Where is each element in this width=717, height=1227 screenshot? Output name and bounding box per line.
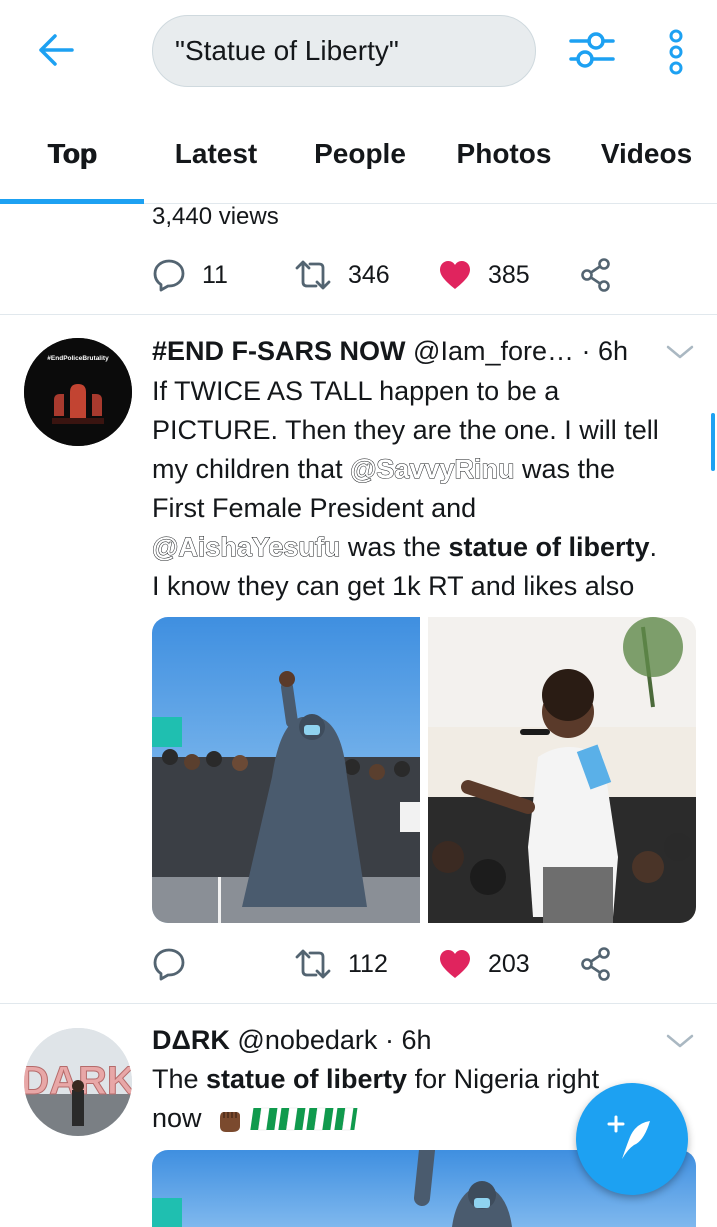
- tweet-text-fragment: now: [152, 1103, 202, 1133]
- compose-feather-icon: [607, 1115, 650, 1159]
- share-button[interactable]: [580, 942, 612, 986]
- tweet-line: I know they can get 1k RT and likes also: [152, 571, 635, 601]
- avatar[interactable]: DARK: [24, 1028, 132, 1136]
- tweet-line: @AishaYesufu was the statue of liberty.: [151, 528, 700, 567]
- tweet-header: DΔRK @nobedark · 6h: [152, 1025, 652, 1056]
- back-button[interactable]: [36, 30, 76, 70]
- retweet-count: 346: [348, 260, 390, 289]
- reply-count: 11: [202, 260, 228, 289]
- tweet-text-fragment: was the: [514, 454, 616, 484]
- tweet-media[interactable]: [152, 617, 696, 923]
- compose-tweet-button[interactable]: [576, 1083, 688, 1195]
- photo-protester-raised-fist[interactable]: [152, 617, 420, 923]
- tab-photos[interactable]: Photos: [432, 104, 576, 204]
- search-query-text: "Statue of Liberty": [175, 35, 399, 66]
- search-input[interactable]: "Statue of Liberty": [152, 15, 536, 87]
- tweet-divider: [0, 1003, 717, 1004]
- user-handle[interactable]: @Iam_fore…: [413, 336, 574, 366]
- tweet-text: If TWICE AS TALL happen to be a PICTURE.…: [151, 372, 700, 606]
- tweet-time: 6h: [401, 1025, 432, 1055]
- more-vertical-icon: [669, 29, 683, 75]
- tweet-divider: [0, 314, 717, 315]
- tab-videos-label: Videos: [600, 138, 693, 169]
- tweet-actions: 112 203: [152, 942, 622, 986]
- raised-fist-emoji-icon: [219, 1111, 240, 1132]
- like-button[interactable]: 385: [438, 253, 530, 297]
- tweet-line: If TWICE AS TALL happen to be a: [152, 376, 560, 406]
- tab-photos-label: Photos: [456, 138, 552, 169]
- chevron-down-icon[interactable]: [664, 342, 696, 362]
- tweet-text-fragment: was the: [340, 532, 449, 562]
- view-count: 3,440 views: [152, 203, 279, 230]
- separator-dot: ·: [384, 1025, 394, 1055]
- mention-link[interactable]: @AishaYesufu: [151, 532, 340, 563]
- user-handle[interactable]: @nobedark: [237, 1025, 377, 1055]
- tweet-text-fragment: .: [649, 532, 658, 562]
- nigeria-flag-emoji-icon: [249, 1107, 357, 1130]
- heart-icon: [440, 950, 470, 978]
- share-icon: [581, 258, 610, 292]
- tweet-header: #END F-SARS NOW @Iam_fore… · 6h: [152, 336, 652, 367]
- tweet-text-fragment: my children that: [152, 454, 351, 484]
- tweet-text-fragment: The: [152, 1064, 207, 1094]
- search-tabs: Top Latest People Photos Videos: [0, 104, 717, 204]
- tweet-text-fragment: for Nigeria right: [407, 1064, 600, 1094]
- heart-icon: [440, 261, 470, 289]
- display-name[interactable]: #END F-SARS NOW: [152, 336, 406, 366]
- like-count: 385: [488, 260, 530, 289]
- highlighted-search-term: statue of liberty: [448, 532, 650, 562]
- reply-icon: [153, 948, 185, 981]
- photo-woman-with-microphone[interactable]: [428, 617, 696, 923]
- back-arrow-icon: [39, 34, 74, 66]
- search-filter-button[interactable]: [566, 28, 618, 72]
- tab-people[interactable]: People: [288, 104, 432, 204]
- share-button[interactable]: [580, 253, 612, 297]
- highlighted-search-term: statue of liberty: [206, 1064, 408, 1094]
- reply-button[interactable]: 11: [152, 253, 228, 297]
- tweet-actions: 11 346 385: [152, 253, 622, 297]
- display-name[interactable]: DΔRK: [152, 1025, 230, 1055]
- reply-button[interactable]: [152, 942, 186, 986]
- avatar-text: #EndPoliceBrutality: [47, 355, 109, 362]
- tweet-line: my children that @SavvyRinu was the: [152, 450, 700, 489]
- tab-latest-label: Latest: [174, 138, 258, 169]
- tab-top[interactable]: Top: [0, 104, 144, 204]
- filter-sliders-icon: [569, 32, 615, 68]
- tweet-time: 6h: [598, 336, 629, 366]
- dark-avatar-image: DARK: [24, 1028, 132, 1136]
- retweet-icon: [295, 260, 331, 290]
- top-app-bar: "Statue of Liberty": [0, 0, 717, 104]
- photo-image: [152, 617, 420, 923]
- tab-top-label: Top: [47, 138, 97, 169]
- retweet-button[interactable]: 112: [294, 942, 388, 986]
- like-count: 203: [488, 949, 530, 978]
- active-tab-indicator: [0, 199, 144, 204]
- retweet-count: 112: [348, 949, 388, 978]
- tweet-line: First Female President and: [152, 493, 477, 523]
- share-icon: [581, 947, 610, 981]
- reply-icon: [153, 259, 185, 292]
- mention-link[interactable]: @SavvyRinu: [350, 454, 515, 485]
- tweet-line: PICTURE. Then they are the one. I will t…: [152, 415, 659, 445]
- tab-videos[interactable]: Videos: [576, 104, 717, 204]
- chevron-down-icon[interactable]: [664, 1031, 696, 1051]
- more-options-button[interactable]: [658, 28, 694, 76]
- end-police-brutality-avatar-image: #EndPoliceBrutality: [24, 338, 132, 446]
- tab-people-label: People: [314, 138, 406, 169]
- like-button[interactable]: 203: [438, 942, 530, 986]
- scrollbar-thumb[interactable]: [711, 413, 715, 471]
- separator-dot: ·: [581, 336, 591, 366]
- photo-image: [428, 617, 696, 923]
- retweet-icon: [295, 949, 331, 979]
- retweet-button[interactable]: 346: [294, 253, 390, 297]
- tab-latest[interactable]: Latest: [144, 104, 288, 204]
- avatar[interactable]: #EndPoliceBrutality: [24, 338, 132, 446]
